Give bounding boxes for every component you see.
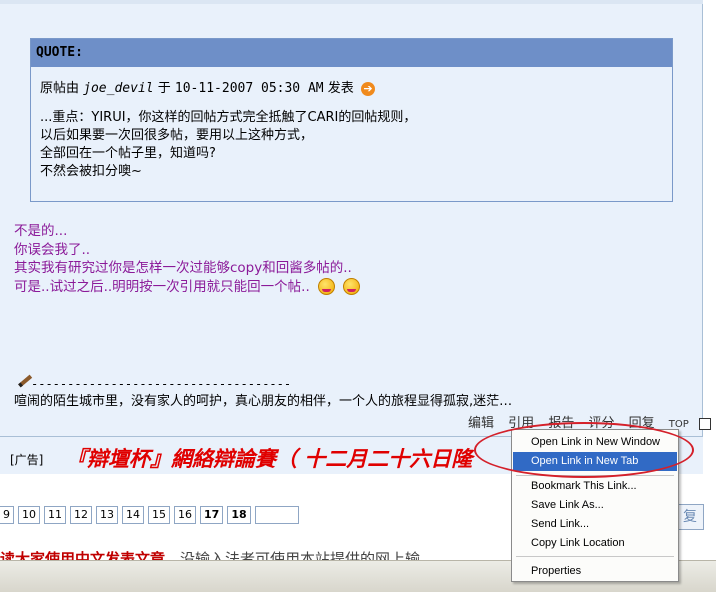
reply-line: 不是的...: [14, 223, 68, 239]
page-link[interactable]: 15: [148, 506, 170, 524]
edit-link[interactable]: 编辑: [468, 416, 494, 431]
menu-bookmark-link[interactable]: Bookmark This Link...: [513, 477, 677, 496]
reply-line-with-smileys: 可是..试过之后..明明按一次引用就只能回一个帖..: [14, 278, 361, 297]
quote-author[interactable]: joe_devil: [83, 81, 153, 96]
quick-reply-button[interactable]: 复: [676, 504, 704, 530]
page-link[interactable]: 17: [200, 506, 224, 524]
menu-open-new-window[interactable]: Open Link in New Window: [513, 433, 677, 452]
signature-dashes: ------------------------------------: [31, 377, 292, 391]
menu-open-new-tab[interactable]: Open Link in New Tab: [513, 452, 677, 471]
page-link[interactable]: 10: [18, 506, 40, 524]
page-jump-input[interactable]: [254, 506, 299, 524]
quote-lines: ...重点：YIRUI，你这样的回帖方式完全抵触了CARI的回帖规则， 以后如果…: [40, 109, 672, 181]
smiley-icon: [318, 278, 336, 295]
signature-divider: ------------------------------------: [18, 376, 291, 391]
menu-copy-link[interactable]: Copy Link Location: [513, 534, 677, 553]
ad-link[interactable]: 『辯壇杯』網絡辯論賽（ 十二月二十六日隆: [66, 443, 472, 473]
reply-line: 其实我有研究过你是怎样一次过能够copy和回酱多帖的..: [14, 260, 352, 276]
menu-save-link[interactable]: Save Link As...: [513, 496, 677, 515]
quote-source-prefix: 原帖由: [40, 81, 80, 96]
signature-text: 喧闹的陌生城市里，没有家人的呵护，真心朋友的相伴，一个人的旅程显得孤寂,迷茫…: [14, 394, 513, 409]
post-area: QUOTE: 原帖由 joe_devil 于 10-11-2007 05:30 …: [0, 0, 711, 474]
page-link[interactable]: 16: [174, 506, 196, 524]
menu-send-link[interactable]: Send Link...: [513, 515, 677, 534]
quote-line: 不然会被扣分噢~: [40, 164, 142, 179]
reply-line: 你误会我了..: [14, 241, 91, 258]
page-link[interactable]: 14: [122, 506, 144, 524]
reply-line: 可是..试过之后..明明按一次引用就只能回一个帖..: [14, 278, 310, 295]
post-top-strip: [0, 0, 703, 4]
quote-source-suffix: 发表: [327, 81, 354, 96]
reply-message: 不是的... 你误会我了.. 其实我有研究过你是怎样一次过能够copy和回酱多帖…: [14, 222, 361, 297]
menu-separator: [516, 556, 674, 557]
page-link[interactable]: 13: [96, 506, 118, 524]
context-menu: Open Link in New Window Open Link in New…: [511, 429, 679, 582]
quote-source: 原帖由 joe_devil 于 10-11-2007 05:30 AM 发表 ➔: [40, 77, 672, 99]
page-current: 18: [227, 506, 251, 524]
menu-separator: [516, 475, 674, 476]
checkbox-icon[interactable]: [698, 417, 711, 430]
page-link[interactable]: 9: [0, 506, 14, 524]
quote-datetime: 10-11-2007 05:30 AM: [174, 81, 324, 96]
arrow-right-icon[interactable]: ➔: [360, 81, 375, 96]
pencil-icon: [16, 374, 33, 391]
quote-source-at: 于: [157, 81, 171, 96]
quote-line: 以后如果要一次回很多帖，要用以上这种方式，: [40, 128, 314, 143]
ad-label: [广告]: [10, 453, 44, 467]
page-link[interactable]: 11: [44, 506, 66, 524]
pagination: 9 10 11 12 13 14 15 16 17 18: [0, 506, 303, 524]
quote-line: ...重点：YIRUI，你这样的回帖方式完全抵触了CARI的回帖规则，: [40, 110, 417, 125]
menu-properties[interactable]: Properties: [513, 562, 677, 581]
quote-box: QUOTE: 原帖由 joe_devil 于 10-11-2007 05:30 …: [30, 38, 673, 202]
quote-line: 全部回在一个帖子里，知道吗?: [40, 146, 216, 161]
page-link[interactable]: 12: [70, 506, 92, 524]
smiley-icon: [343, 278, 361, 295]
quote-header: QUOTE:: [31, 39, 672, 67]
quote-body: 原帖由 joe_devil 于 10-11-2007 05:30 AM 发表 ➔…: [31, 67, 672, 201]
